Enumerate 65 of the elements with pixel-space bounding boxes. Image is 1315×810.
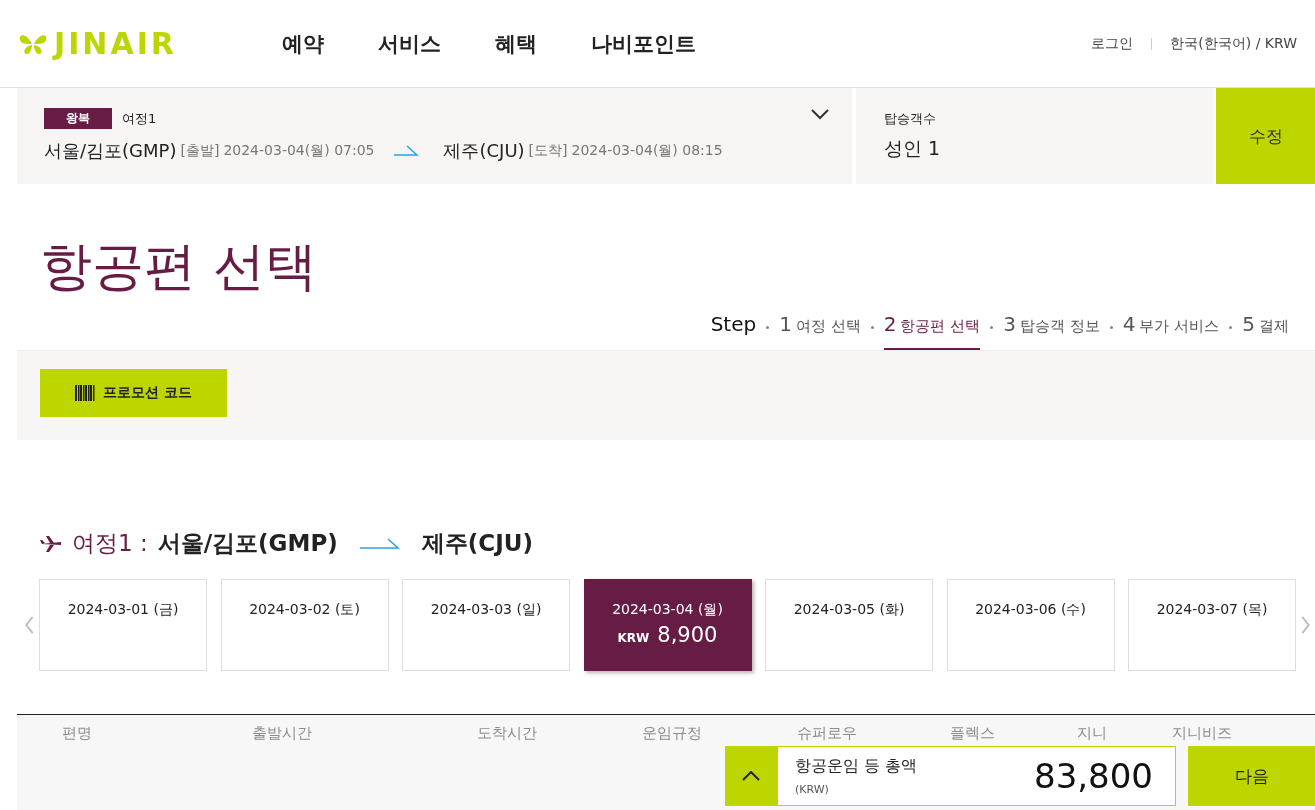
date-label: 2024-03-07 (목) <box>1156 601 1268 619</box>
nav-link[interactable]: 서비스 <box>378 29 441 58</box>
date-label: 2024-03-01 (금) <box>67 601 179 619</box>
step-tab[interactable]: 1 여정 선택 <box>779 312 861 350</box>
arrival-time: 2024-03-04(월) 08:15 <box>571 142 723 160</box>
date-card[interactable]: 2024-03-01 (금) <box>39 579 207 671</box>
date-label: 2024-03-05 (화) <box>793 601 905 619</box>
next-button[interactable]: 다음 <box>1188 746 1315 806</box>
trip-label: 여정1 <box>122 109 157 128</box>
total-amount: 83,800 <box>1034 756 1153 796</box>
date-card[interactable]: 2024-03-03 (일) <box>402 579 570 671</box>
column-header: 출발시간 <box>251 724 313 743</box>
step-tab[interactable]: 4 부가 서비스 <box>1122 312 1220 350</box>
promo-code-button[interactable]: 프로모션 코드 <box>40 369 227 417</box>
barcode-icon <box>75 385 96 401</box>
language-currency-link[interactable]: 한국(한국어) / KRW <box>1170 34 1297 53</box>
step-tab[interactable]: 5 결제 <box>1242 312 1289 350</box>
destination-city: 제주(CJU) <box>421 529 533 558</box>
date-card[interactable]: 2024-03-02 (토) <box>220 579 389 671</box>
column-header: 지니 <box>1076 724 1108 743</box>
column-header: 편명 <box>61 724 93 743</box>
origin-city: 서울/김포(GMP) <box>44 139 177 163</box>
date-label: 2024-03-04 (월) <box>612 601 723 619</box>
page-title: 항공편 선택 <box>40 235 318 298</box>
nav-link[interactable]: 나비포인트 <box>591 29 696 58</box>
edit-button[interactable]: 수정 <box>1216 88 1315 184</box>
nav-link[interactable]: 예약 <box>282 29 324 58</box>
date-card[interactable]: 2024-03-07 (목) <box>1128 579 1296 671</box>
fare-price: 8,900 <box>657 623 718 647</box>
column-header: 도착시간 <box>476 724 538 743</box>
login-link[interactable]: 로그인 <box>1091 34 1134 53</box>
departure-tag: [출발] <box>180 142 220 160</box>
itinerary-label: 여정1 : <box>72 529 148 558</box>
departure-time: 2024-03-04(월) 07:05 <box>223 142 375 160</box>
passenger-count: 성인 1 <box>884 136 942 161</box>
arrival-tag: [도착] <box>528 142 568 160</box>
trip-type-tag: 왕복 <box>44 108 112 129</box>
expand-button[interactable] <box>725 746 777 806</box>
origin-city: 서울/김포(GMP) <box>157 529 338 558</box>
step-separator-icon <box>1229 326 1233 329</box>
column-header: 지니비즈 <box>1171 724 1233 743</box>
step-separator-icon <box>990 326 994 329</box>
nav-link[interactable]: 혜택 <box>495 29 537 58</box>
date-label: 2024-03-03 (일) <box>430 601 542 619</box>
step-separator-icon <box>1109 326 1113 329</box>
currency-label: KRW <box>617 631 650 645</box>
currency-label: (KRW) <box>795 783 830 796</box>
step-tab[interactable]: 3 탑승객 정보 <box>1003 312 1100 350</box>
chevron-down-icon[interactable] <box>810 108 830 120</box>
date-card[interactable]: 2024-03-06 (수) <box>946 579 1115 671</box>
column-header: 운임규정 <box>641 724 703 743</box>
destination-city: 제주(CJU) <box>443 139 525 163</box>
date-label: 2024-03-06 (수) <box>975 601 1086 619</box>
total-label: 항공운임 등 총액 <box>795 756 918 777</box>
date-label: 2024-03-02 (토) <box>249 601 360 619</box>
step-separator-icon <box>870 326 874 329</box>
column-header: 플렉스 <box>948 724 996 743</box>
step-label: Step <box>710 312 757 338</box>
date-card[interactable]: 2024-03-05 (화) <box>765 579 933 671</box>
step-separator-icon <box>766 326 770 329</box>
passenger-label: 탑승객수 <box>884 110 937 128</box>
column-header: 슈퍼로우 <box>796 724 858 743</box>
date-card[interactable]: 2024-03-04 (월) KRW 8,900 <box>583 579 752 671</box>
chevron-up-icon <box>742 771 760 781</box>
airplane-icon <box>40 534 62 553</box>
